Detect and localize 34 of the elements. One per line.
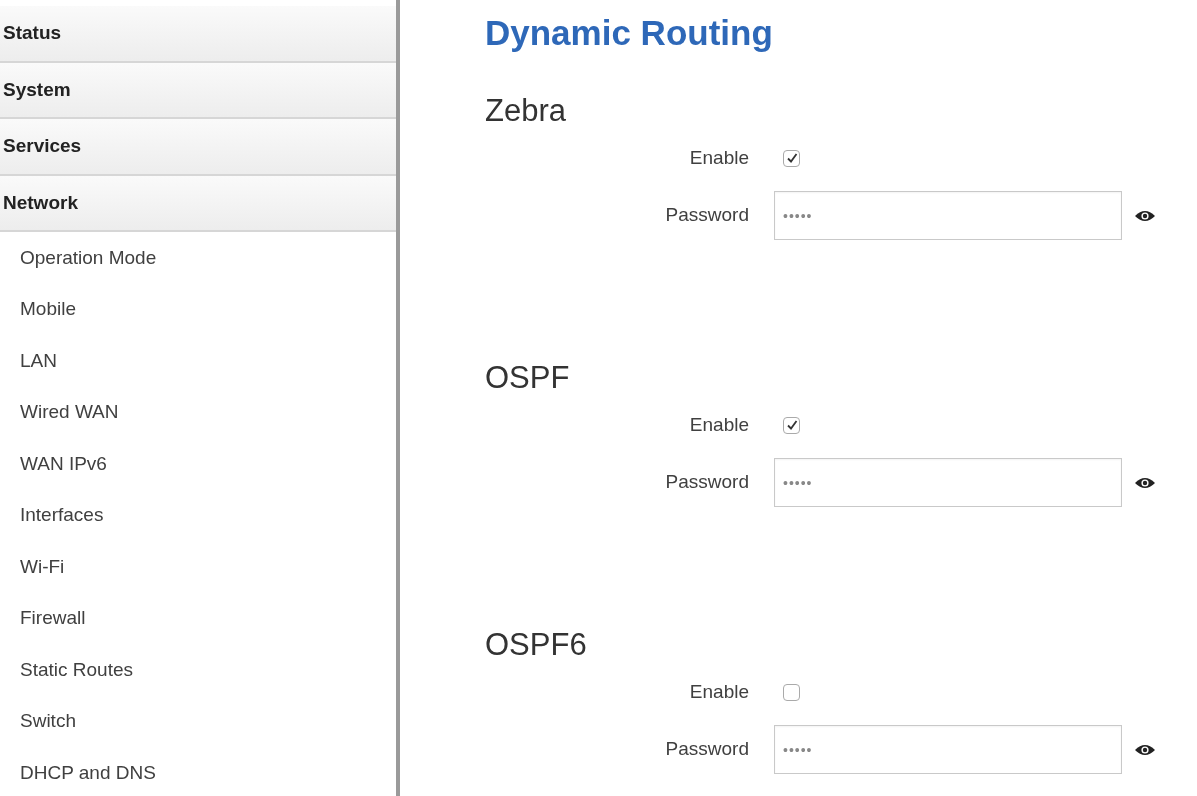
password-field[interactable]: ••••• [774, 725, 1122, 774]
menu-item[interactable]: Switch [20, 707, 76, 736]
field-label: Enable [689, 413, 749, 435]
field-label: Password [665, 471, 749, 493]
field-label: Password [665, 204, 749, 226]
section-title: Zebra [485, 92, 567, 130]
menu-group[interactable]: Services [3, 132, 82, 161]
menu-group[interactable]: Status [3, 19, 62, 48]
menu-item[interactable]: WAN IPv6 [20, 449, 107, 478]
page-title: Dynamic Routing [485, 12, 774, 54]
menu-item[interactable]: Wired WAN [20, 398, 119, 427]
eye-icon[interactable] [1134, 208, 1156, 223]
section-title: OSPF6 [485, 626, 588, 664]
checkbox[interactable] [783, 416, 800, 434]
checkbox[interactable] [783, 683, 800, 701]
menu-item[interactable]: Wi-Fi [20, 552, 65, 581]
eye-icon[interactable] [1134, 742, 1156, 757]
menu-group[interactable]: Network [3, 188, 78, 217]
field-label: Enable [689, 680, 749, 702]
section-title: OSPF [485, 359, 571, 397]
field-label: Enable [689, 146, 749, 168]
menu-item[interactable]: Firewall [20, 604, 86, 633]
menu-item[interactable]: DHCP and DNS [20, 758, 156, 787]
checkbox[interactable] [783, 149, 800, 167]
menu-item[interactable]: Static Routes [20, 655, 133, 684]
menu-group[interactable]: System [3, 75, 71, 104]
menu-item[interactable]: LAN [20, 346, 57, 375]
menu-item[interactable]: Operation Mode [20, 243, 157, 272]
menu-item[interactable]: Interfaces [20, 501, 104, 530]
password-field[interactable]: ••••• [774, 191, 1122, 240]
menu-item[interactable]: Mobile [20, 295, 76, 324]
eye-icon[interactable] [1134, 475, 1156, 490]
password-field[interactable]: ••••• [774, 458, 1122, 507]
field-label: Password [665, 738, 749, 760]
